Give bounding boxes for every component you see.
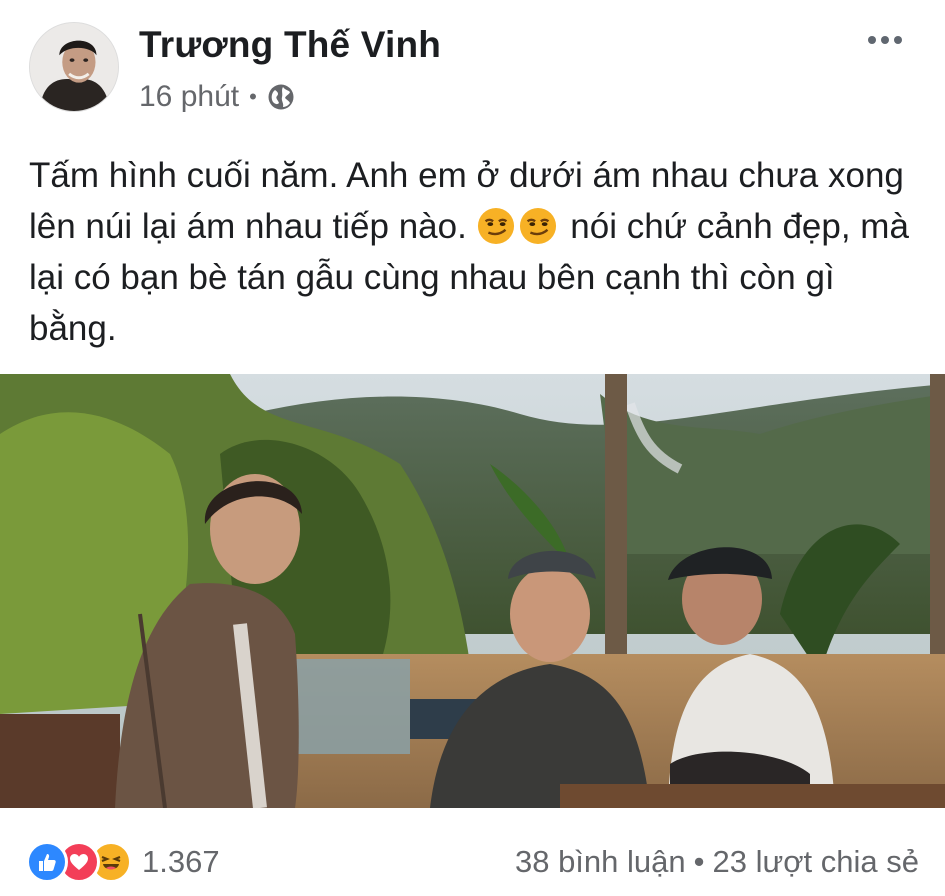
post-photo[interactable] <box>0 374 945 808</box>
post-header: Trương Thế Vinh 16 phút • <box>0 0 945 130</box>
share-count-link[interactable]: 23 lượt chia sẻ <box>712 844 919 879</box>
like-icon <box>26 841 68 883</box>
globe-icon <box>268 84 294 110</box>
more-dot-icon <box>881 36 889 44</box>
stats-separator: • <box>693 844 705 879</box>
smirk-emoji-icon <box>519 207 556 245</box>
post-text: Tấm hình cuối năm. Anh em ở dưới ám nhau… <box>29 150 929 354</box>
more-dot-icon <box>868 36 876 44</box>
meta-separator: • <box>249 84 257 109</box>
smirk-emoji-icon <box>477 207 514 245</box>
more-options-button[interactable] <box>860 25 910 55</box>
engagement-stats: 38 bình luận • 23 lượt chia sẻ <box>515 844 919 880</box>
reactions-summary[interactable]: 1.367 <box>26 841 220 883</box>
more-dot-icon <box>894 36 902 44</box>
post-meta: 16 phút • <box>139 80 295 114</box>
post-footer: 1.367 38 bình luận • 23 lượt chia sẻ <box>0 808 945 896</box>
reaction-count: 1.367 <box>142 844 220 879</box>
comment-count-link[interactable]: 38 bình luận <box>515 844 686 879</box>
post-time[interactable]: 16 phút <box>139 80 239 114</box>
avatar[interactable] <box>29 22 119 112</box>
author-name[interactable]: Trương Thế Vinh <box>139 24 441 66</box>
